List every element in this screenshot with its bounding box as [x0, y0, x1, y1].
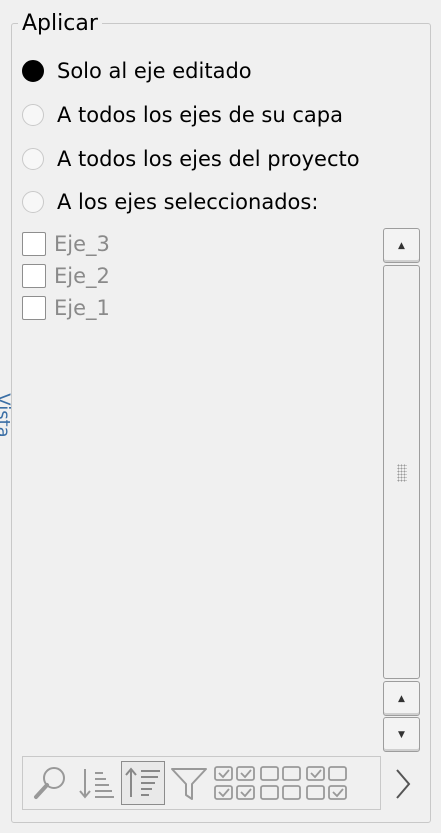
search-icon[interactable]	[29, 761, 73, 805]
checkbox[interactable]	[22, 232, 46, 256]
radio-label: A los ejes seleccionados:	[57, 190, 319, 214]
list-item[interactable]: Eje_3	[22, 229, 110, 259]
filter-icon[interactable]	[167, 761, 211, 805]
list-item-label: Eje_2	[54, 264, 110, 288]
radio-button-checked[interactable]	[22, 60, 44, 82]
invert-check-icon[interactable]	[305, 761, 349, 805]
radio-button[interactable]	[22, 104, 44, 126]
list-item-label: Eje_1	[54, 296, 110, 320]
uncheck-all-icon[interactable]	[259, 761, 303, 805]
side-tab-label: Vista	[0, 392, 14, 438]
radio-button[interactable]	[22, 191, 44, 213]
arrow-up-icon: ▲	[398, 693, 405, 704]
arrow-up-icon: ▲	[398, 240, 405, 251]
scrollbar-grip-icon[interactable]	[397, 464, 407, 482]
radio-label: A todos los ejes del proyecto	[57, 147, 360, 171]
radio-edited-axis[interactable]: Solo al eje editado	[22, 56, 252, 86]
checkbox[interactable]	[22, 264, 46, 288]
chevron-right-icon[interactable]	[392, 766, 414, 802]
side-collapse-tab[interactable]: Vista	[0, 375, 14, 455]
radio-selected-axes[interactable]: A los ejes seleccionados:	[22, 187, 318, 217]
radio-button[interactable]	[22, 148, 44, 170]
checkbox[interactable]	[22, 296, 46, 320]
list-item[interactable]: Eje_2	[22, 261, 110, 291]
list-item-label: Eje_3	[54, 232, 110, 256]
radio-label: Solo al eje editado	[57, 59, 252, 83]
radio-project-axes[interactable]: A todos los ejes del proyecto	[22, 144, 360, 174]
list-item[interactable]: Eje_1	[22, 293, 110, 323]
radio-layer-axes[interactable]: A todos los ejes de su capa	[22, 100, 343, 130]
sort-descending-icon[interactable]	[121, 761, 165, 805]
axes-list: Eje_3 Eje_2 Eje_1	[22, 226, 382, 681]
arrow-down-icon: ▼	[398, 729, 405, 740]
scroll-page-up-button[interactable]: ▲	[383, 681, 420, 716]
check-all-icon[interactable]	[213, 761, 257, 805]
scroll-down-button[interactable]: ▼	[383, 717, 420, 752]
scroll-up-button[interactable]: ▲	[383, 228, 420, 263]
sort-ascending-icon[interactable]	[75, 761, 119, 805]
group-title: Aplicar	[18, 10, 102, 38]
list-toolbar	[22, 756, 381, 810]
scrollbar-track[interactable]	[383, 265, 420, 679]
radio-label: A todos los ejes de su capa	[57, 103, 343, 127]
